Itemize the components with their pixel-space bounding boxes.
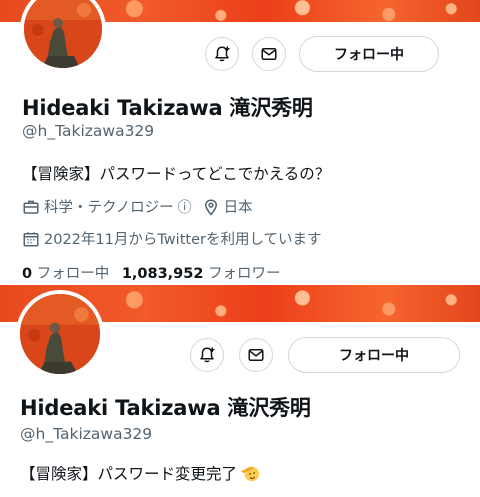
avatar-image [20, 294, 100, 374]
following-count: 0 [22, 266, 33, 282]
calendar-icon [23, 231, 39, 246]
notification-subscribe-button[interactable] [190, 338, 224, 372]
following-button[interactable]: フォロー中 [299, 36, 439, 72]
profile-panel-bottom: フォロー中 Hideaki Takizawa 滝沢秀明 @h_Takizawa3… [0, 285, 480, 497]
message-button[interactable] [239, 338, 273, 372]
follow-stats: 0 フォロー中 1,083,952 フォロワー [22, 262, 281, 283]
following-button-label: フォロー中 [334, 47, 404, 63]
following-button-label: フォロー中 [339, 348, 409, 364]
avatar[interactable] [20, 0, 106, 72]
followers-count: 1,083,952 [121, 266, 204, 282]
profile-panel-top: フォロー中 Hideaki Takizawa 滝沢秀明 @h_Takizawa3… [0, 0, 480, 285]
briefcase-icon [23, 200, 39, 214]
location-pin-icon [204, 198, 217, 216]
display-name: Hideaki Takizawa 滝沢秀明 [22, 96, 313, 120]
followers-link[interactable]: 1,083,952 フォロワー [122, 266, 281, 282]
following-label: フォロー中 [36, 266, 110, 282]
following-link[interactable]: 0 フォロー中 [22, 266, 109, 282]
following-button[interactable]: フォロー中 [288, 337, 460, 373]
profile-joined-date: 2022年11月からTwitterを利用しています [44, 232, 322, 248]
profile-meta-row: 科学・テクノロジー ⓘ 日本 [22, 196, 253, 217]
profile-bio-row: 【冒険家】パスワード変更完了 [20, 462, 261, 484]
profile-bio: 【冒険家】パスワードってどこでかえるの？ [22, 165, 331, 183]
display-name: Hideaki Takizawa 滝沢秀明 [20, 396, 311, 420]
salute-face-icon [240, 466, 260, 482]
mail-icon [248, 349, 264, 361]
bell-plus-icon [215, 46, 230, 62]
mail-icon [261, 48, 277, 60]
profile-location: 日本 [223, 200, 253, 216]
profile-bio: 【冒険家】パスワード変更完了 [20, 465, 238, 483]
info-icon[interactable]: ⓘ [178, 197, 192, 217]
profile-joined-row: 2022年11月からTwitterを利用しています [22, 228, 322, 249]
user-handle: @h_Takizawa329 [22, 122, 155, 140]
followers-label: フォロワー [208, 266, 281, 282]
user-handle: @h_Takizawa329 [20, 425, 153, 443]
bell-plus-icon [200, 347, 215, 363]
message-button[interactable] [252, 37, 286, 71]
avatar-image [24, 0, 102, 68]
profile-category: 科学・テクノロジー [44, 200, 174, 216]
avatar[interactable] [16, 290, 104, 378]
notification-subscribe-button[interactable] [205, 37, 239, 71]
